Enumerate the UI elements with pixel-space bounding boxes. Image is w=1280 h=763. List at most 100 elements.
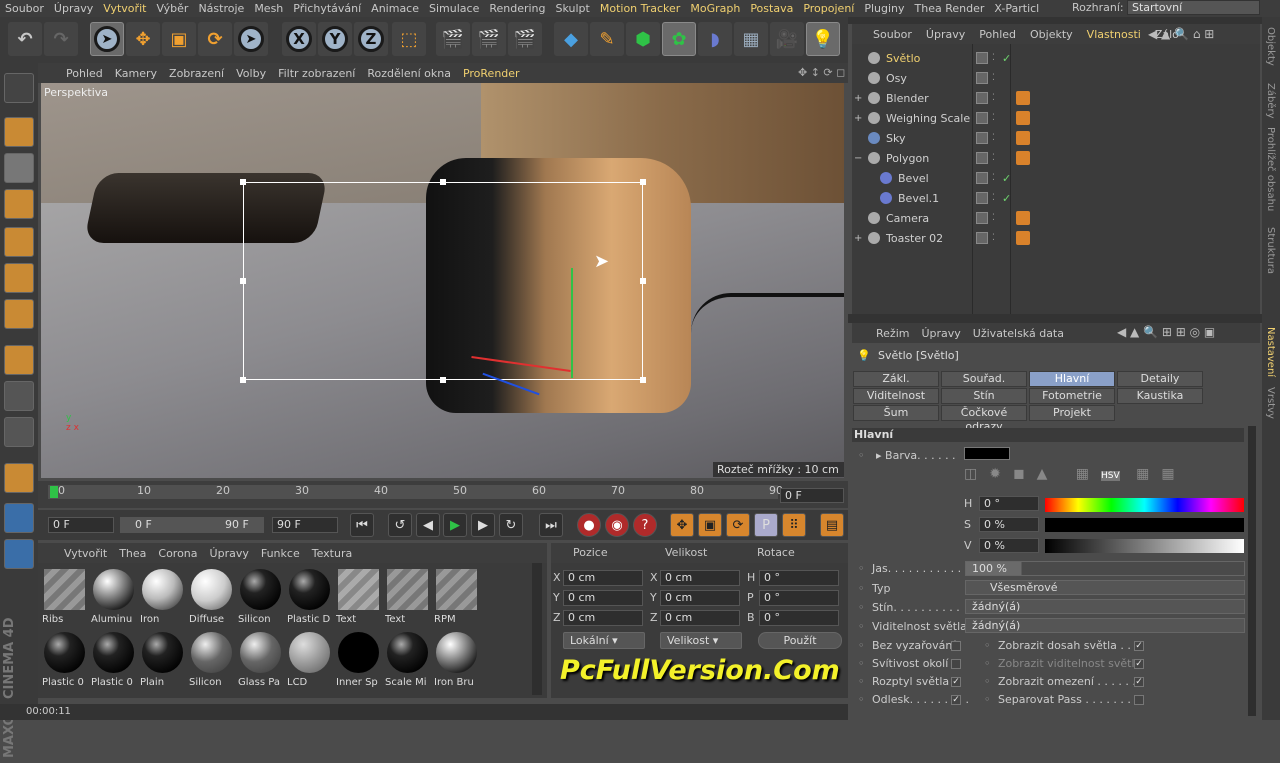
object-menu-item[interactable]: Pohled [972, 28, 1023, 41]
visibility-toggle[interactable] [976, 212, 988, 224]
menu-item[interactable]: Úpravy [49, 2, 98, 15]
attribute-tab[interactable]: Viditelnost [853, 388, 939, 404]
object-row[interactable]: Bevel.1 ⁚ ✓ [852, 188, 1260, 208]
position-field[interactable]: 0 cm [563, 590, 643, 606]
rotate-icon[interactable]: ⟳ [198, 22, 232, 56]
attribute-tab[interactable]: Fotometrie [1029, 388, 1115, 404]
material-item[interactable]: Text [336, 567, 381, 627]
attribute-menu-item[interactable]: Úpravy [915, 327, 966, 340]
end-frame-field[interactable]: 90 F [272, 517, 338, 533]
visibility-toggle[interactable] [976, 192, 988, 204]
render-dots[interactable]: ⁚ [992, 173, 995, 183]
key-scale-icon[interactable]: ▣ [698, 513, 722, 537]
render-picture-icon[interactable]: 🎬 [472, 22, 506, 56]
material-menu-item[interactable]: Funkce [255, 547, 306, 560]
render-dots[interactable]: ⁚ [992, 233, 995, 243]
material-scrollbar[interactable] [532, 563, 542, 695]
hsv-field[interactable]: 0 % [979, 517, 1039, 532]
viewport-menu-item[interactable]: Filtr zobrazení [272, 67, 361, 80]
undo-icon[interactable]: ↶ [8, 22, 42, 56]
selection-handle[interactable] [640, 377, 646, 383]
material-item[interactable]: LCD [287, 630, 332, 690]
object-row[interactable]: Camera ⁚ [852, 208, 1260, 228]
option-checkbox[interactable]: ✓ [1134, 677, 1144, 687]
menu-item[interactable]: Nástroje [193, 2, 249, 15]
anim-dot[interactable]: ◦ [984, 675, 991, 688]
subdivision-icon[interactable]: ⬢ [626, 22, 660, 56]
object-tag[interactable] [1016, 211, 1030, 225]
value-slider[interactable] [1045, 539, 1244, 553]
selection-handle[interactable] [240, 377, 246, 383]
selection-handle[interactable] [440, 179, 446, 185]
points-mode-icon[interactable] [4, 227, 34, 257]
option-checkbox[interactable]: ✓ [1134, 641, 1144, 651]
visibility-toggle[interactable] [976, 232, 988, 244]
material-menu-item[interactable]: Textura [306, 547, 358, 560]
material-item[interactable]: Plastic 0 [91, 630, 136, 690]
menu-item[interactable]: X-Particl [989, 2, 1044, 15]
menu-item[interactable]: Soubor [0, 2, 49, 15]
color-swatch[interactable] [964, 447, 1010, 460]
material-menu-item[interactable]: Corona [152, 547, 203, 560]
snap-icon[interactable] [4, 463, 34, 493]
hsv-field[interactable]: 0 % [979, 538, 1039, 553]
menu-item[interactable]: Mesh [249, 2, 288, 15]
scale-icon[interactable]: ▣ [162, 22, 196, 56]
expand-toggle[interactable]: + [854, 233, 862, 244]
frame-range-slider[interactable]: 0 F 90 F [120, 517, 264, 533]
color-anim-dot[interactable]: ◦ [858, 449, 865, 462]
expand-toggle[interactable]: + [854, 113, 862, 124]
material-item[interactable]: Silicon [238, 567, 283, 627]
keyframe-selection-icon[interactable]: ? [633, 513, 657, 537]
attribute-tab[interactable]: Detaily [1117, 371, 1203, 387]
visible-light-select[interactable]: žádný(á) [965, 618, 1245, 633]
object-row[interactable]: Bevel ⁚ ✓ [852, 168, 1260, 188]
start-frame-field[interactable]: 0 F [48, 517, 114, 533]
material-item[interactable]: Diffuse [189, 567, 234, 627]
side-tab[interactable]: Struktura [1265, 227, 1276, 274]
render-dots[interactable]: ⁚ [992, 53, 995, 63]
attribute-tab[interactable]: Hlavní [1029, 371, 1115, 387]
lock-workplane-icon[interactable] [4, 539, 34, 569]
rotation-field[interactable]: 0 ° [759, 570, 839, 586]
selection-handle[interactable] [440, 377, 446, 383]
current-frame-field[interactable]: 0 F [780, 488, 844, 503]
light-icon[interactable]: 💡 [806, 22, 840, 56]
object-tag[interactable] [1016, 231, 1030, 245]
menu-item[interactable]: Postava [745, 2, 798, 15]
object-menu-item[interactable]: Úpravy [919, 28, 972, 41]
anim-dot[interactable]: ◦ [858, 693, 865, 706]
visibility-toggle[interactable] [976, 132, 988, 144]
key-rotation-icon[interactable]: ⟳ [726, 513, 750, 537]
go-to-end-icon[interactable]: ⏭ [539, 513, 563, 537]
attribute-nav-icons[interactable]: ◀ ▲ 🔍 ⊞ ⊞ ◎ ▣ [1117, 325, 1215, 339]
rotation-field[interactable]: 0 ° [759, 610, 839, 626]
coordinate-mode-select[interactable]: Lokální ▾ [563, 632, 645, 649]
saturation-slider[interactable] [1045, 518, 1244, 532]
size-mode-select[interactable]: Velikost ▾ [660, 632, 742, 649]
viewport-menu-item[interactable]: Kamery [109, 67, 163, 80]
material-item[interactable]: Scale Mi [385, 630, 430, 690]
side-tab[interactable]: Nastavení [1265, 327, 1276, 377]
render-dots[interactable]: ⁚ [992, 133, 995, 143]
go-to-start-icon[interactable]: ⏮ [350, 513, 374, 537]
key-parameter-icon[interactable]: P [754, 513, 778, 537]
workplane-icon[interactable] [4, 189, 34, 219]
attribute-menu-item[interactable]: Uživatelská data [967, 327, 1070, 340]
object-row[interactable]: + Blender ⁚ [852, 88, 1260, 108]
size-field[interactable]: 0 cm [660, 570, 740, 586]
anim-dot[interactable]: ◦ [984, 657, 991, 670]
material-item[interactable]: Ribs [42, 567, 87, 627]
render-dots[interactable]: ⁚ [992, 73, 995, 83]
attribute-tab[interactable]: Zákl. [853, 371, 939, 387]
next-frame-icon[interactable]: ▶ [471, 513, 495, 537]
type-select[interactable]: Všesměrové [965, 580, 1245, 595]
next-key-icon[interactable]: ↻ [499, 513, 523, 537]
pen-icon[interactable]: ✎ [590, 22, 624, 56]
select-arrow-icon[interactable]: ➤ [90, 22, 124, 56]
play-icon[interactable]: ▶ [443, 513, 467, 537]
live-select-icon[interactable]: ➤ [234, 22, 268, 56]
material-item[interactable]: Iron [140, 567, 185, 627]
viewport-menu-item[interactable]: Volby [230, 67, 272, 80]
record-icon[interactable]: ● [577, 513, 601, 537]
